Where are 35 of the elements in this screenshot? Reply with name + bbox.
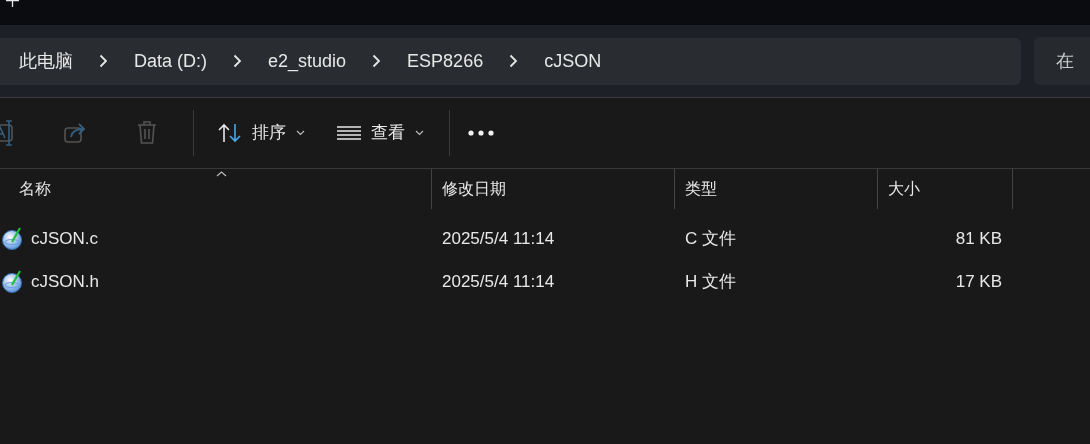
- breadcrumb-item[interactable]: Data (D:): [134, 47, 207, 75]
- file-icon: [1, 227, 24, 250]
- trash-icon: [135, 120, 159, 146]
- breadcrumb-item[interactable]: cJSON: [544, 47, 602, 75]
- sort-icon: [218, 123, 242, 143]
- column-header[interactable]: 名称: [19, 177, 51, 201]
- file-name: cJSON.c: [31, 227, 99, 250]
- caret-icon: [296, 130, 305, 136]
- chevron-icon[interactable]: [233, 54, 242, 68]
- file-name: cJSON.h: [31, 270, 100, 293]
- search-field[interactable]: 在: [1034, 37, 1090, 85]
- table-cell: C 文件: [685, 228, 736, 248]
- breadcrumb-item[interactable]: ESP8266: [407, 47, 484, 75]
- table-cell: 2025/5/4 11:14: [442, 228, 555, 248]
- search-placeholder: 在: [1056, 49, 1074, 73]
- list-view-icon: [337, 126, 361, 140]
- column-header[interactable]: 类型: [685, 177, 717, 201]
- table-cell: 2025/5/4 11:14: [442, 271, 555, 291]
- table-cell-text: 81 KB: [955, 227, 1002, 250]
- chevron-icon[interactable]: [372, 54, 382, 68]
- share-icon: [63, 120, 87, 146]
- more-icon[interactable]: [468, 130, 494, 136]
- table-cell-text: 17 KB: [955, 270, 1002, 293]
- address-bar[interactable]: 此电脑 Data (D:) e2_studio ESP8266 cJSON: [0, 37, 1021, 85]
- view-button[interactable]: 查看: [325, 113, 436, 153]
- chevron-icon[interactable]: [99, 54, 108, 68]
- column-header[interactable]: 修改日期: [442, 177, 506, 201]
- sort-button[interactable]: 排序: [206, 113, 317, 153]
- table-cell: H 文件: [685, 271, 736, 291]
- file-icon: [1, 270, 24, 293]
- breadcrumb-item[interactable]: 此电脑: [19, 47, 73, 75]
- column-header[interactable]: 大小: [888, 177, 920, 201]
- breadcrumb-item[interactable]: e2_studio: [268, 47, 347, 75]
- chevron-icon[interactable]: [509, 54, 519, 68]
- caret-icon: [415, 130, 424, 136]
